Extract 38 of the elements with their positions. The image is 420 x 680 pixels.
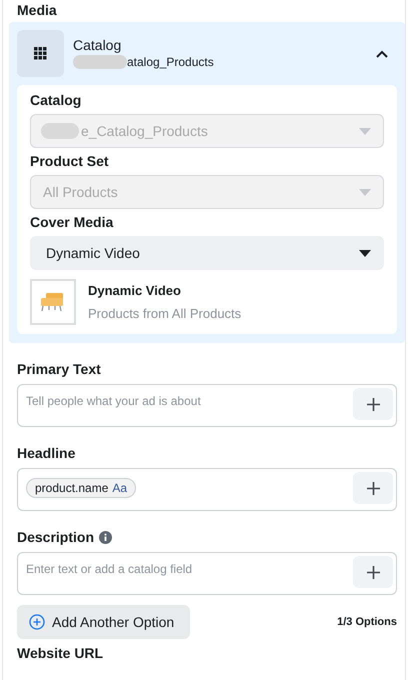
section-title: Media (17, 1, 57, 19)
field-label: Catalog (30, 91, 82, 109)
preview-subtitle: Products from All Products (88, 306, 242, 321)
option-count: 1/3 Options (337, 616, 397, 628)
plus-icon (366, 398, 380, 410)
info-icon (99, 530, 112, 544)
card-subtitle: atalog_Products (127, 54, 214, 70)
text-field[interactable]: Tell people what your ad is about (17, 384, 397, 427)
field-label: Description (17, 528, 94, 546)
grid-icon (34, 47, 47, 60)
caret-icon (359, 128, 371, 134)
field-label: Product Set (30, 152, 110, 170)
add-option-button[interactable]: Add Another Option (17, 605, 190, 639)
chevron-icon[interactable] (376, 50, 388, 58)
preview-title: Dynamic Video (88, 283, 182, 298)
chair-icon (40, 292, 66, 312)
text-field[interactable]: Enter text or add a catalog field (17, 552, 397, 595)
add-button[interactable] (353, 556, 393, 588)
field-label: Headline (17, 444, 76, 462)
text-input[interactable]: Tell people what your ad is about (26, 388, 353, 409)
redaction-mark (73, 55, 127, 69)
plus-circle-icon (29, 614, 45, 630)
add-button[interactable] (353, 472, 393, 504)
caret-icon (359, 188, 371, 196)
add-button[interactable] (353, 388, 393, 420)
text-input[interactable]: Enter text or add a catalog field (26, 556, 353, 577)
card-title: Catalog (73, 37, 122, 54)
plus-icon (366, 482, 380, 494)
field-label: Cover Media (30, 213, 114, 231)
section-title: Website URL (17, 645, 104, 661)
dropdown[interactable]: Dynamic Video (30, 236, 384, 270)
redaction-mark (41, 123, 79, 139)
text-field[interactable]: product.name Aa (17, 468, 397, 511)
field-token[interactable]: product.name Aa (26, 478, 136, 498)
field-label: Primary Text (17, 360, 101, 378)
catalog-button[interactable] (17, 30, 64, 77)
plus-icon (366, 566, 380, 578)
caret-icon (359, 250, 371, 256)
